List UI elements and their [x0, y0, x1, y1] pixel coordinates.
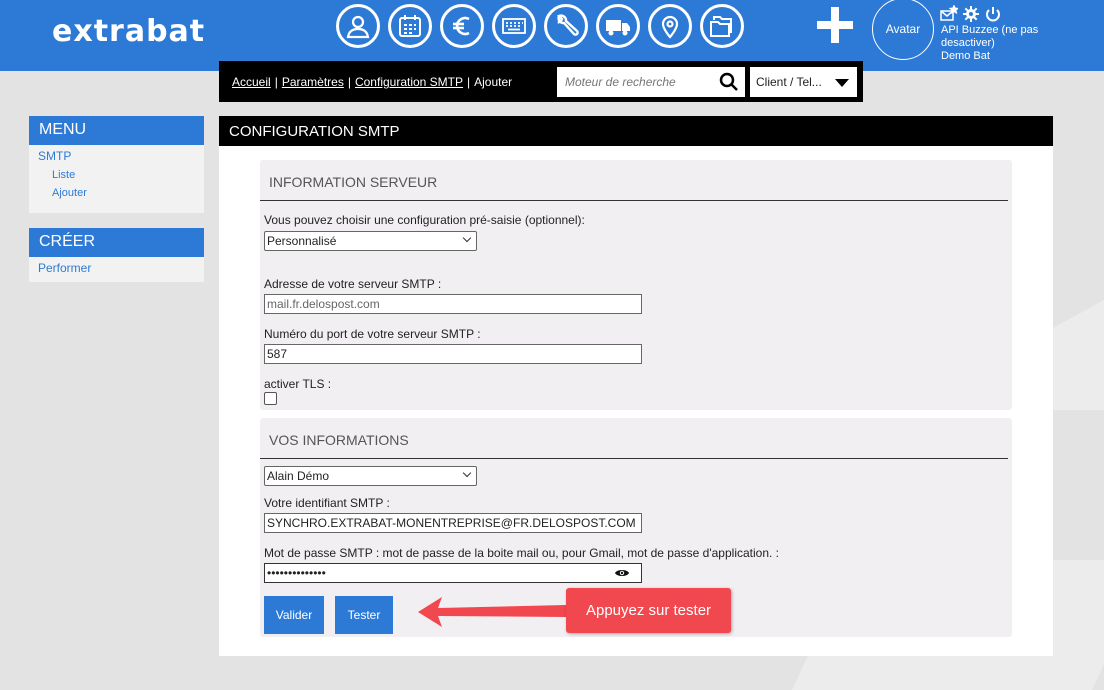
main-nav	[336, 4, 744, 48]
user-name: API Buzzee (ne pas desactiver)	[941, 24, 1039, 49]
calendar-icon[interactable]	[388, 4, 432, 48]
location-pin-icon[interactable]	[648, 4, 692, 48]
client-search-select[interactable]: Client / Tel...	[750, 67, 857, 97]
truck-icon[interactable]	[596, 4, 640, 48]
breadcrumb-accueil[interactable]: Accueil	[232, 75, 271, 89]
preset-select-value: Personnalisé	[267, 234, 337, 248]
preset-label: Vous pouvez choisir une configuration pr…	[264, 213, 585, 227]
tls-label: activer TLS :	[264, 377, 332, 391]
server-field-value: mail.fr.delospost.com	[267, 297, 380, 311]
sidebar-create: CRÉER Performer	[29, 228, 204, 282]
sidebar-item-smtp[interactable]: SMTP	[29, 145, 204, 165]
breadcrumb-configuration-smtp[interactable]: Configuration SMTP	[355, 75, 463, 89]
server-field[interactable]: mail.fr.delospost.com	[264, 294, 642, 314]
breadcrumb-parametres[interactable]: Paramètres	[282, 75, 344, 89]
sidebar-item-performer[interactable]: Performer	[29, 257, 204, 277]
breadcrumb-bar: Accueil | Paramètres | Configuration SMTP |…	[219, 61, 863, 102]
arrow-left-icon	[418, 597, 566, 627]
gear-icon[interactable]	[962, 5, 980, 23]
main-panel: CONFIGURATION SMTP INFORMATION SERVEUR V…	[219, 116, 1053, 656]
tls-checkbox[interactable]	[264, 392, 277, 405]
company-name: Demo Bat	[941, 50, 990, 62]
folders-icon[interactable]	[700, 4, 744, 48]
user-info: API Buzzee (ne pas desactiver) Demo Bat	[941, 24, 1051, 63]
test-button[interactable]: Tester	[335, 596, 393, 634]
user-actions	[940, 5, 1002, 23]
login-label: Votre identifiant SMTP :	[264, 496, 390, 510]
sidebar-item-ajouter[interactable]: Ajouter	[29, 183, 204, 201]
logo[interactable]: extrabat	[52, 14, 205, 49]
sidebar-item-liste[interactable]: Liste	[29, 165, 204, 183]
server-label: Adresse de votre serveur SMTP :	[264, 277, 442, 291]
plus-icon[interactable]	[815, 5, 855, 45]
user-select[interactable]: Alain Démo	[264, 466, 477, 486]
power-icon[interactable]	[984, 5, 1002, 23]
caret-down-icon	[835, 79, 849, 87]
user-icon[interactable]	[336, 4, 380, 48]
breadcrumb: Accueil | Paramètres | Configuration SMTP |…	[232, 75, 513, 89]
user-select-value: Alain Démo	[267, 469, 330, 483]
preset-select[interactable]: Personnalisé	[264, 231, 477, 251]
user-section-title: VOS INFORMATIONS	[260, 418, 1008, 459]
server-section-title: INFORMATION SERVEUR	[260, 160, 1008, 201]
password-field[interactable]: ••••••••••••••	[264, 563, 642, 583]
port-field-value: 587	[267, 347, 288, 361]
server-section: INFORMATION SERVEUR Vous pouvez choisir …	[260, 160, 1012, 410]
wrench-icon[interactable]	[544, 4, 588, 48]
sidebar-menu: MENU SMTP Liste Ajouter	[29, 116, 204, 213]
search-icon[interactable]	[719, 72, 739, 92]
sidebar-create-title: CRÉER	[29, 228, 204, 257]
eye-icon[interactable]	[615, 568, 629, 578]
callout-tooltip: Appuyez sur tester	[566, 588, 731, 633]
chevron-down-icon	[462, 233, 472, 243]
login-field-value: SYNCHRO.EXTRABAT-MONENTREPRISE@FR.DELOSP…	[267, 516, 636, 530]
sidebar-menu-title: MENU	[29, 116, 204, 145]
avatar[interactable]: Avatar	[872, 0, 934, 60]
port-label: Numéro du port de votre serveur SMTP :	[264, 327, 481, 341]
keyboard-icon[interactable]	[492, 4, 536, 48]
chevron-down-icon	[462, 468, 472, 478]
search-box	[557, 67, 745, 97]
password-field-value: ••••••••••••••	[267, 566, 326, 580]
client-select-value: Client / Tel...	[756, 75, 822, 89]
euro-icon[interactable]	[440, 4, 484, 48]
mail-star-icon[interactable]	[940, 5, 958, 23]
search-input[interactable]	[557, 67, 707, 97]
validate-button[interactable]: Valider	[264, 596, 324, 634]
port-field[interactable]: 587	[264, 344, 642, 364]
password-label: Mot de passe SMTP : mot de passe de la b…	[264, 546, 780, 560]
breadcrumb-current: Ajouter	[474, 75, 513, 89]
page-title: CONFIGURATION SMTP	[219, 116, 1053, 146]
login-field[interactable]: SYNCHRO.EXTRABAT-MONENTREPRISE@FR.DELOSP…	[264, 513, 642, 533]
